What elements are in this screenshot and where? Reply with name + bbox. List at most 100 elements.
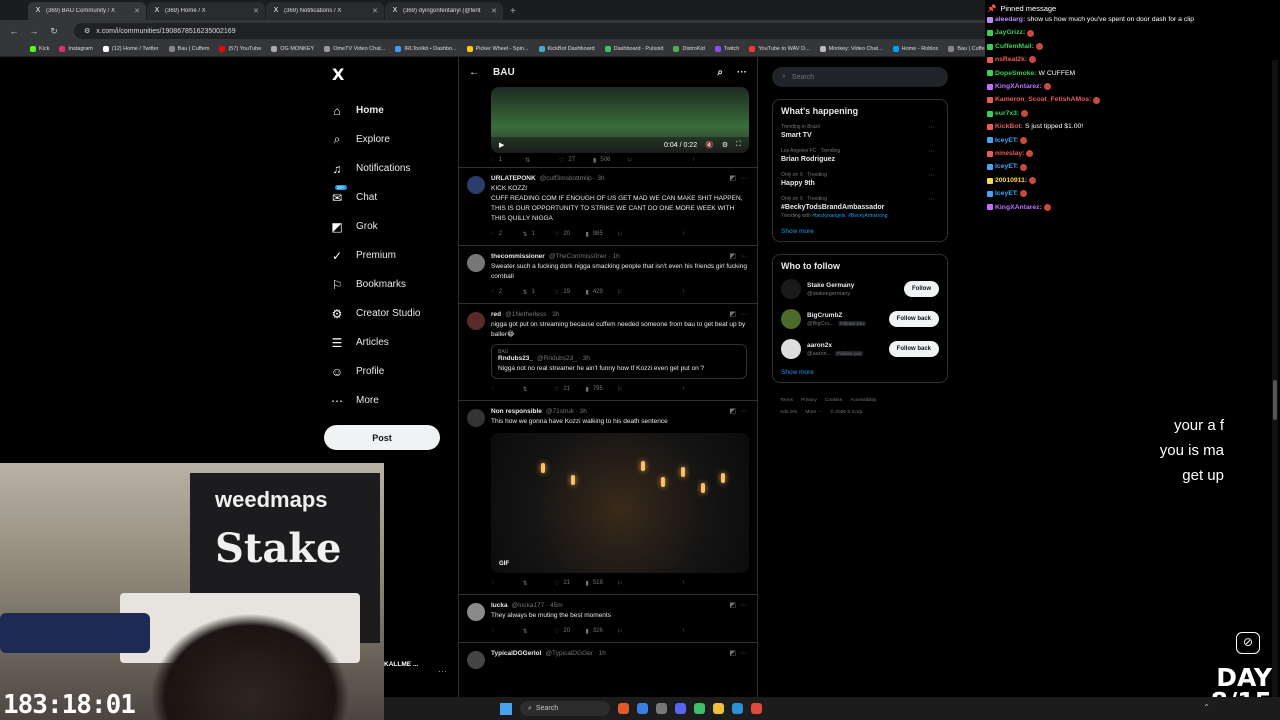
avatar[interactable] <box>467 254 485 272</box>
repost-button[interactable]: ⇅ 1 <box>523 289 555 296</box>
bookmark-item[interactable]: Instagram <box>59 46 93 52</box>
back-icon[interactable]: ← <box>8 26 20 36</box>
footer-link[interactable]: Ads info <box>780 410 797 415</box>
reply-button[interactable]: ◌ 2 <box>491 289 523 295</box>
nav-item-profile[interactable]: ☺ Profile <box>324 357 444 386</box>
trend-item[interactable]: Only on X · Trending Happy 9th ··· <box>781 172 939 187</box>
bookmark-icon[interactable]: ⚐ <box>617 580 672 587</box>
bookmark-item[interactable]: (57) YouTube <box>219 46 261 52</box>
views-button[interactable]: ▮ 326 <box>586 628 618 635</box>
follow-name[interactable]: Stake Germany <box>807 282 898 289</box>
avatar[interactable] <box>781 309 801 329</box>
repost-button[interactable]: ⇅ 1 <box>523 231 555 238</box>
reply-button[interactable]: ◌ 2 <box>491 231 523 237</box>
nav-item-chat[interactable]: ✉ 20+ Chat <box>324 183 444 212</box>
chat-username[interactable]: eur7x3: <box>995 107 1019 120</box>
chat-username[interactable]: Kameron_Scoat_FetishAMos: <box>995 93 1091 106</box>
close-tab-icon[interactable]: ✕ <box>372 7 378 15</box>
nav-item-home[interactable]: ⌂ Home <box>324 96 444 125</box>
avatar[interactable] <box>467 409 485 427</box>
nav-item-more[interactable]: ⋯ More <box>324 386 444 415</box>
video-player[interactable]: ▶ 0:04 / 0:22 🔇 ⚙ ⛶ <box>491 87 749 153</box>
bookmark-item[interactable]: Home - Roblox <box>892 46 938 52</box>
bookmark-item[interactable]: OmeTV Video Chat... <box>324 46 385 52</box>
new-tab-icon[interactable]: + <box>504 6 522 20</box>
system-tray-chevron-icon[interactable]: ⌃ <box>1203 703 1210 712</box>
close-tab-icon[interactable]: ✕ <box>253 7 259 15</box>
trend-item[interactable]: Only on X · Trending #BeckyTodsBrandAmbas… <box>781 196 939 219</box>
nav-item-creator-studio[interactable]: ⚙ Creator Studio <box>324 299 444 328</box>
quoted-tweet[interactable]: BAU Rndubs23_ @Rndubs23_ · 3h Nigga not no … <box>491 344 747 379</box>
follow-name[interactable]: aaron2x <box>807 342 883 349</box>
tweet[interactable]: thecommissioner @TheCommiss0ner · 1h ◩ ··· S… <box>459 245 757 303</box>
bookmark-item[interactable]: KickBot Dashboard <box>538 46 595 52</box>
close-tab-icon[interactable]: ✕ <box>491 7 497 15</box>
footer-link[interactable]: Accessibility <box>850 398 876 403</box>
repost-button[interactable]: ⇅ <box>523 628 555 635</box>
bookmark-item[interactable]: (12) Home / Twitter <box>102 46 159 52</box>
chat-username[interactable]: nineslay: <box>995 147 1024 160</box>
footer-link[interactable]: Privacy <box>801 398 817 403</box>
chat-username[interactable]: DopeSmoke: <box>995 67 1037 80</box>
scrollbar[interactable] <box>1272 60 1278 700</box>
tweet[interactable]: lucka @lucka177 · 45m ◩ ··· They always be m… <box>459 594 757 642</box>
account-name[interactable]: KALLME ... <box>384 661 418 668</box>
author-name[interactable]: URLATEPONK <box>491 175 536 182</box>
grok-icon[interactable]: ◩ <box>729 310 736 318</box>
bookmark-item[interactable]: Monkey: Video Chat... <box>819 46 883 52</box>
bookmark-item[interactable]: Twitch <box>714 46 739 52</box>
share-icon[interactable]: ↑ <box>692 157 747 164</box>
more-options-icon[interactable]: ··· <box>740 311 747 318</box>
scrollbar-thumb[interactable] <box>1273 380 1277 420</box>
share-icon[interactable]: ↑ <box>682 386 737 393</box>
nav-item-grok[interactable]: ◩ Grok <box>324 212 444 241</box>
avatar[interactable] <box>467 312 485 330</box>
chrome-icon[interactable] <box>751 703 762 714</box>
bookmark-item[interactable]: OG MONKEY <box>271 46 314 52</box>
more-options-icon[interactable]: ··· <box>740 175 747 182</box>
tweet[interactable]: red @1Netherless · 3h ◩ ··· nigga got put on… <box>459 303 757 400</box>
browser-tab[interactable]: X (369) Notifications / X ✕ <box>266 2 384 20</box>
grok-icon[interactable]: ◩ <box>729 252 736 260</box>
reply-button[interactable]: ◌ <box>491 386 523 392</box>
avatar[interactable] <box>781 339 801 359</box>
folder-icon[interactable] <box>713 703 724 714</box>
views-button[interactable]: ▮ 795 <box>586 386 618 393</box>
avatar[interactable] <box>467 176 485 194</box>
show-more-link[interactable]: Show more <box>781 369 939 376</box>
follow-suggestion[interactable]: aaron2x @aaron... Follows you Follow back <box>781 339 939 359</box>
bookmark-icon[interactable]: ⚐ <box>617 628 672 635</box>
windows-start-icon[interactable] <box>500 702 512 715</box>
nav-item-premium[interactable]: ✓ Premium <box>324 241 444 270</box>
tweet[interactable]: URLATEPONK @cuff3msbottmlip · 3h ◩ ··· KICK … <box>459 167 757 245</box>
trend-hashtags[interactable]: #beckysangels, #BeckyArmstrong <box>812 213 887 219</box>
author-name[interactable]: thecommissioner <box>491 253 545 260</box>
more-options-icon[interactable]: ··· <box>928 124 935 131</box>
app-icon[interactable] <box>656 703 667 714</box>
like-button[interactable]: ♡ 20 <box>554 628 586 635</box>
grok-icon[interactable]: ◩ <box>729 174 736 182</box>
site-info-icon[interactable]: ⚙ <box>84 27 90 35</box>
author-name[interactable]: Non responsible <box>491 408 542 415</box>
more-options-icon[interactable]: ··· <box>928 148 935 155</box>
reply-button[interactable]: ◌ <box>491 628 523 634</box>
chat-username[interactable]: aleedarg: <box>995 13 1025 26</box>
bookmark-item[interactable]: Dashboard - Pulsoid <box>604 46 663 52</box>
follow-name[interactable]: BigCrumbZ <box>807 312 883 319</box>
chat-username[interactable]: KingXAntarez: <box>995 201 1042 214</box>
bookmark-item[interactable]: Bau | Cuffem <box>168 46 209 52</box>
app-icon[interactable] <box>694 703 705 714</box>
chat-username[interactable]: 20010911: <box>995 174 1027 187</box>
bookmark-icon[interactable]: ⚐ <box>627 157 682 164</box>
fullscreen-icon[interactable]: ⛶ <box>736 141 741 149</box>
nav-item-bookmarks[interactable]: ⚐ Bookmarks <box>324 270 444 299</box>
views-button[interactable]: ▮ 506 <box>593 157 627 164</box>
play-icon[interactable]: ▶ <box>499 141 504 149</box>
share-icon[interactable]: ↑ <box>682 289 737 296</box>
trend-item[interactable]: Trending in Brazil Smart TV ··· <box>781 124 939 139</box>
search-input[interactable]: ⌕ Search <box>772 67 948 87</box>
back-arrow-icon[interactable]: ← <box>469 67 479 78</box>
bookmark-icon[interactable]: ⚐ <box>617 289 672 296</box>
nav-item-notifications[interactable]: ♫ Notifications <box>324 154 444 183</box>
views-button[interactable]: ▮ 429 <box>586 289 618 296</box>
